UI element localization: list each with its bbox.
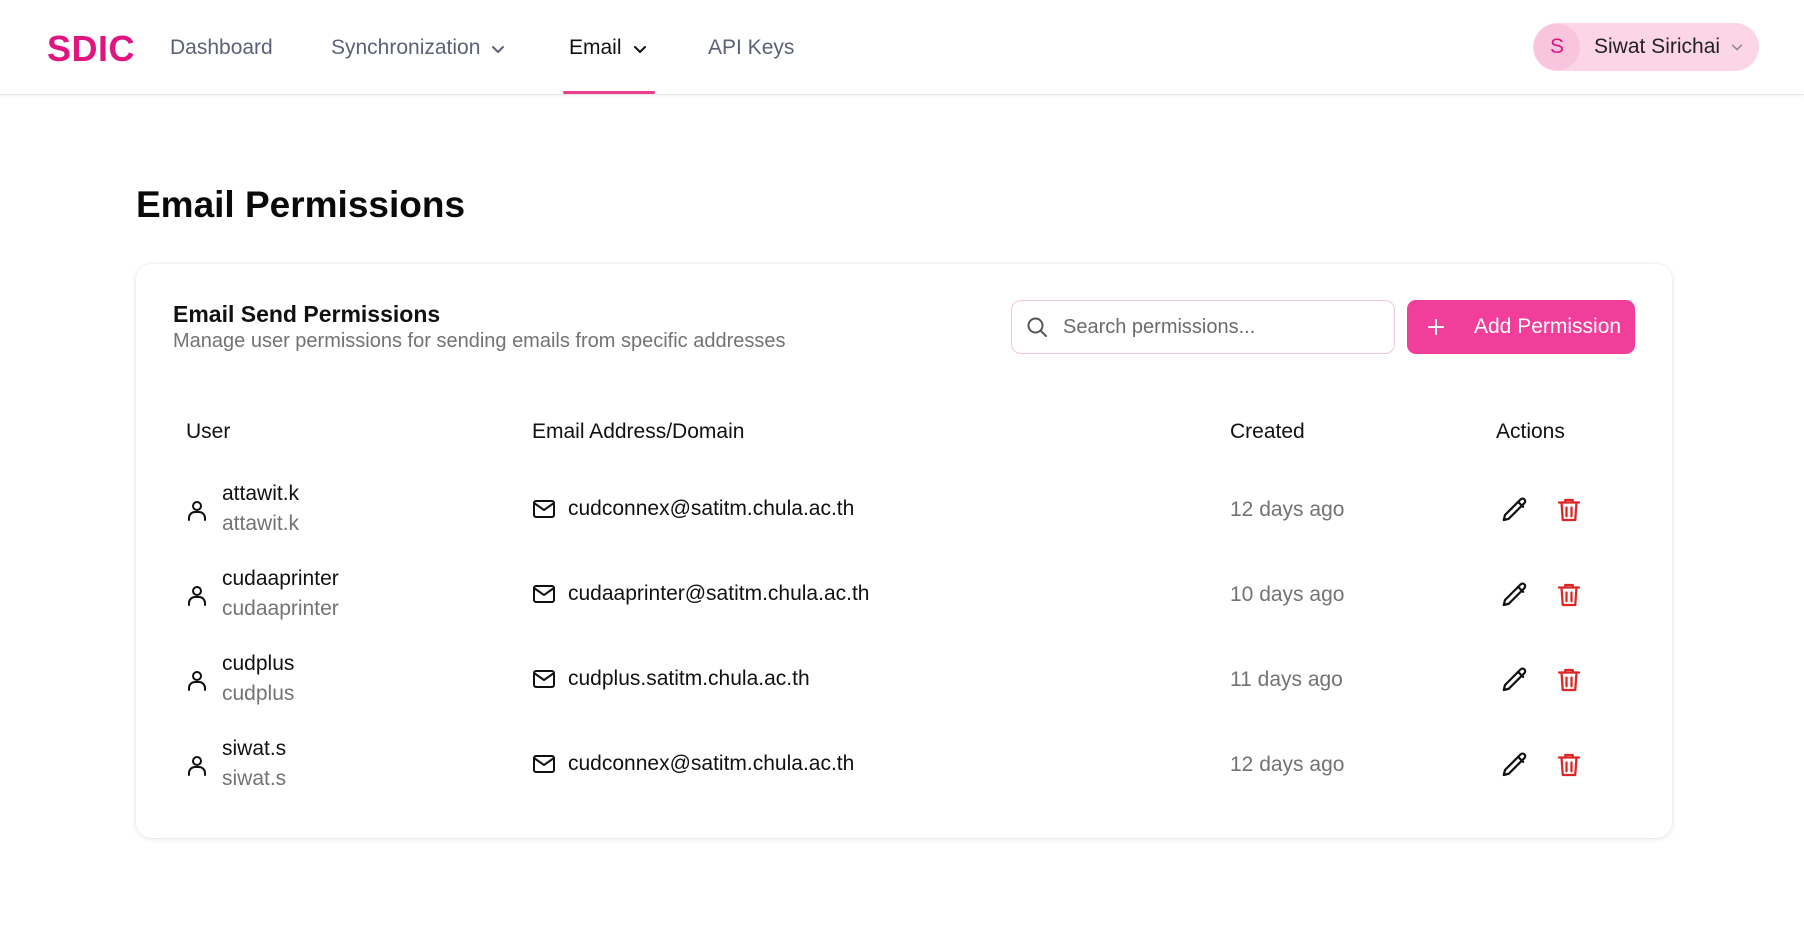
nav-email[interactable]: Email (569, 36, 648, 95)
email-cell: cudconnex@satitm.chula.ac.th (568, 497, 855, 520)
nav-api-keys[interactable]: API Keys (708, 36, 794, 95)
card-subtitle: Manage user permissions for sending emai… (173, 330, 786, 352)
pencil-icon (1502, 752, 1527, 777)
search-icon (1027, 317, 1047, 337)
edit-button[interactable] (1500, 580, 1530, 610)
user-sub-cell: attawit.k (222, 512, 300, 535)
nav-api-keys-label: API Keys (708, 36, 795, 59)
active-tab-indicator (563, 91, 655, 94)
email-cell: cudconnex@satitm.chula.ac.th (568, 752, 855, 775)
pencil-icon (1502, 497, 1527, 522)
delete-button[interactable] (1554, 750, 1584, 780)
created-cell: 12 days ago (1230, 753, 1345, 776)
table-row: siwat.s siwat.s cudconnex@satitm.chula.a… (136, 723, 1672, 808)
avatar: S (1534, 24, 1580, 70)
permissions-card: Email Send Permissions Manage user permi… (136, 264, 1672, 838)
top-navbar: SDIC Dashboard Synchronization Email API… (0, 0, 1804, 95)
search-box[interactable] (1011, 300, 1395, 354)
created-cell: 10 days ago (1230, 583, 1345, 606)
user-name-cell: cudaaprinter (222, 567, 339, 590)
email-cell: cudaaprinter@satitm.chula.ac.th (568, 582, 870, 605)
card-title: Email Send Permissions (173, 301, 441, 327)
trash-icon (1557, 753, 1581, 777)
edit-button[interactable] (1500, 495, 1530, 525)
user-sub-cell: cudplus (222, 682, 295, 705)
user-icon (188, 671, 206, 691)
page-title: Email Permissions (136, 184, 466, 225)
chevron-down-icon (633, 46, 646, 53)
edit-button[interactable] (1500, 750, 1530, 780)
mail-icon (533, 585, 555, 603)
table-row: cudaaprinter cudaaprinter cudaaprinter@s… (136, 553, 1672, 638)
user-menu-button[interactable]: S Siwat Sirichai (1533, 23, 1759, 71)
user-name-cell: cudplus (222, 652, 295, 675)
nav-synchronization[interactable]: Synchronization (331, 36, 506, 95)
email-cell: cudplus.satitm.chula.ac.th (568, 667, 810, 690)
pencil-icon (1502, 582, 1527, 607)
pencil-icon (1502, 667, 1527, 692)
table-row: cudplus cudplus cudplus.satitm.chula.ac.… (136, 638, 1672, 723)
table-row: attawit.k attawit.k cudconnex@satitm.chu… (136, 468, 1672, 553)
created-cell: 12 days ago (1230, 498, 1345, 521)
column-header-email: Email Address/Domain (532, 420, 745, 443)
brand-logo[interactable]: SDIC (47, 28, 135, 70)
user-sub-cell: siwat.s (222, 767, 287, 790)
add-permission-button[interactable]: Add Permission (1407, 300, 1635, 354)
trash-icon (1557, 668, 1581, 692)
nav-synchronization-label: Synchronization (331, 36, 481, 59)
trash-icon (1557, 583, 1581, 607)
nav-dashboard-label: Dashboard (170, 36, 273, 59)
delete-button[interactable] (1554, 665, 1584, 695)
add-permission-label: Add Permission (1474, 315, 1622, 338)
edit-button[interactable] (1500, 665, 1530, 695)
mail-icon (533, 755, 555, 773)
plus-icon (1428, 319, 1444, 335)
mail-icon (533, 500, 555, 518)
nav-dashboard[interactable]: Dashboard (170, 36, 273, 95)
user-icon (188, 586, 206, 606)
user-icon (188, 501, 206, 521)
column-header-user: User (186, 420, 231, 443)
user-sub-cell: cudaaprinter (222, 597, 339, 620)
user-name-cell: attawit.k (222, 482, 300, 505)
column-header-created: Created (1230, 420, 1305, 443)
chevron-down-icon (492, 46, 505, 53)
delete-button[interactable] (1554, 580, 1584, 610)
user-name-cell: siwat.s (222, 737, 287, 760)
delete-button[interactable] (1554, 495, 1584, 525)
trash-icon (1557, 498, 1581, 522)
mail-icon (533, 670, 555, 688)
user-icon (188, 756, 206, 776)
created-cell: 11 days ago (1230, 668, 1343, 691)
nav-email-label: Email (569, 36, 622, 59)
user-name: Siwat Sirichai (1594, 35, 1721, 58)
column-header-actions: Actions (1496, 420, 1565, 443)
chevron-down-icon (1731, 44, 1743, 51)
search-input[interactable] (1063, 315, 1383, 339)
